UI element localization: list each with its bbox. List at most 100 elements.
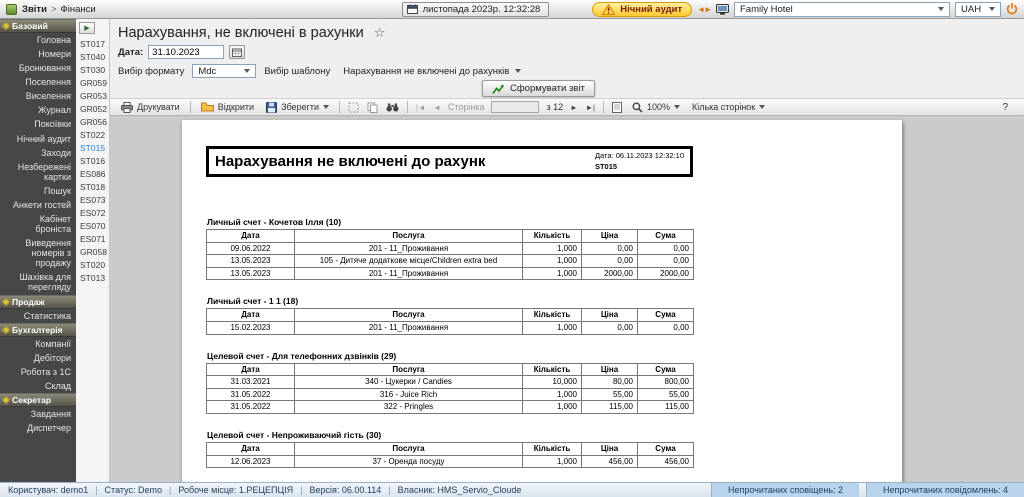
report-code-GR052[interactable]: GR052	[76, 102, 109, 115]
system-datetime[interactable]: листопада 2023р. 12:32:28	[402, 2, 550, 17]
breadcrumb-finance: Фінанси	[61, 4, 96, 15]
sidebar-item[interactable]: Незбережені картки	[0, 160, 76, 184]
report-code-GR059[interactable]: GR059	[76, 76, 109, 89]
sidebar-item[interactable]: Склад	[0, 379, 76, 393]
sidebar-item[interactable]: Статистика	[0, 309, 76, 323]
help-button[interactable]: ?	[992, 102, 1018, 113]
last-page-button[interactable]: ►|	[583, 103, 598, 112]
next-page-button[interactable]: ►	[567, 103, 580, 112]
date-picker-button[interactable]	[229, 45, 245, 59]
sidebar-item[interactable]: Номери	[0, 47, 76, 61]
status-separator: |	[95, 485, 97, 495]
report-code-ST030[interactable]: ST030	[76, 63, 109, 76]
select-tool-icon[interactable]	[345, 102, 362, 113]
night-audit-label: Нічний аудит	[620, 4, 682, 15]
sidebar-item[interactable]: Заходи	[0, 146, 76, 160]
report-code-ST013[interactable]: ST013	[76, 271, 109, 284]
sidebar-item[interactable]: Анкети гостей	[0, 198, 76, 212]
format-value: Mdc	[198, 66, 216, 77]
report-code-GR058[interactable]: GR058	[76, 245, 109, 258]
single-page-icon[interactable]	[609, 102, 625, 113]
report-cell: 55,00	[582, 388, 638, 401]
page-count: з 12	[544, 102, 565, 112]
sidebar-item[interactable]: Пошук	[0, 184, 76, 198]
page-number-input[interactable]	[491, 101, 539, 113]
notifications-badge[interactable]: Непрочитаних сповіщень: 2	[711, 483, 859, 497]
print-button[interactable]: Друкувати	[116, 101, 185, 114]
sidebar-section-header[interactable]: Продаж	[0, 295, 76, 309]
report-cell: 1,000	[523, 242, 582, 255]
sidebar-item[interactable]: Дебітори	[0, 351, 76, 365]
sidebar-item[interactable]: Покоївки	[0, 117, 76, 131]
power-icon[interactable]	[1006, 3, 1018, 15]
report-preview-area[interactable]: Нарахування не включені до рахунк Дата: …	[110, 116, 1024, 482]
report-code-ST015[interactable]: ST015	[76, 141, 109, 154]
report-row: 09.06.2022201 - 11_Проживання1,0000,000,…	[207, 242, 694, 255]
sidebar-section-header[interactable]: Бухгалтерія	[0, 323, 76, 337]
sidebar-item[interactable]: Головна	[0, 33, 76, 47]
report-code-ES086[interactable]: ES086	[76, 167, 109, 180]
sidebar-item[interactable]: Поселення	[0, 75, 76, 89]
hotel-select[interactable]: Family Hotel	[734, 2, 950, 17]
multipage-button[interactable]: Кілька сторінок	[687, 101, 770, 113]
report-code-ST022[interactable]: ST022	[76, 128, 109, 141]
sidebar-item[interactable]: Шахівка для перегляду	[0, 270, 76, 294]
report-code-ES070[interactable]: ES070	[76, 219, 109, 232]
zoom-control[interactable]: 100%	[627, 101, 685, 114]
sidebar-item[interactable]: Диспетчер	[0, 421, 76, 435]
first-page-button[interactable]: |◄	[413, 103, 428, 112]
sidebar-section-header[interactable]: Базовий	[0, 19, 76, 33]
open-button[interactable]: Відкрити	[196, 101, 259, 113]
report-cell: 105 - Дитяче додаткове місце/Children ex…	[295, 255, 523, 268]
app-menu-icon[interactable]	[6, 4, 17, 15]
favorite-star-icon[interactable]: ☆	[374, 25, 386, 41]
sidebar-item[interactable]: Виведення номерів з продажу	[0, 236, 76, 270]
open-label: Відкрити	[218, 102, 254, 112]
report-cell: 09.06.2022	[207, 242, 295, 255]
chevron-down-icon	[674, 105, 680, 109]
sidebar-item[interactable]: Кабінет броніста	[0, 212, 76, 236]
workstation-icon[interactable]	[716, 4, 729, 15]
report-code-ES071[interactable]: ES071	[76, 232, 109, 245]
night-audit-button[interactable]: Нічний аудит	[592, 2, 692, 17]
sidebar-section-header[interactable]: Секретар	[0, 393, 76, 407]
report-code-ST017[interactable]: ST017	[76, 37, 109, 50]
messages-badge[interactable]: Непрочитаних повідомлень: 4	[866, 483, 1024, 497]
report-table: ДатаПослугаКількістьЦінаСума15.02.202320…	[206, 308, 694, 334]
report-code-ES072[interactable]: ES072	[76, 206, 109, 219]
report-cell: 0,00	[582, 321, 638, 334]
save-button[interactable]: Зберегти	[261, 101, 334, 114]
currency-select[interactable]: UAH	[955, 2, 1001, 17]
search-icon[interactable]	[383, 103, 402, 112]
format-select[interactable]: Mdc	[192, 64, 256, 78]
report-header-row: ДатаПослугаКількістьЦінаСума	[207, 309, 694, 322]
expand-icon[interactable]: ▶	[79, 22, 95, 34]
topbar: Звіти > Фінанси листопада 2023р. 12:32:2…	[0, 0, 1024, 19]
copy-icon[interactable]	[364, 102, 381, 113]
report-section-title: Целевой счет - Для телефонних дзвінків (…	[207, 351, 878, 361]
prev-page-button[interactable]: ◄	[430, 103, 443, 112]
report-code-ST016[interactable]: ST016	[76, 154, 109, 167]
report-code-GR053[interactable]: GR053	[76, 89, 109, 102]
sidebar-item[interactable]: Бронювання	[0, 61, 76, 75]
sidebar-item[interactable]: Компанії	[0, 337, 76, 351]
report-code-ST020[interactable]: ST020	[76, 258, 109, 271]
report-code-ES073[interactable]: ES073	[76, 193, 109, 206]
sidebar-item[interactable]: Завдання	[0, 407, 76, 421]
swap-arrows-icon[interactable]: ◄►	[697, 5, 711, 14]
hotel-name: Family Hotel	[740, 4, 793, 15]
report-col-header: Ціна	[582, 230, 638, 243]
date-input[interactable]	[148, 45, 224, 59]
report-table: ДатаПослугаКількістьЦінаСума09.06.202220…	[206, 229, 694, 280]
sidebar-item[interactable]: Журнал	[0, 103, 76, 117]
breadcrumb-reports[interactable]: Звіти	[22, 4, 47, 15]
report-code-GR056[interactable]: GR056	[76, 115, 109, 128]
generate-report-button[interactable]: Сформувати звіт	[482, 80, 595, 97]
report-code-ST040[interactable]: ST040	[76, 50, 109, 63]
template-select[interactable]: Нарахування не включені до рахунків	[338, 64, 526, 79]
report-cell: 800,00	[638, 376, 694, 389]
sidebar-item[interactable]: Робота з 1С	[0, 365, 76, 379]
sidebar-item[interactable]: Нічний аудит	[0, 132, 76, 146]
sidebar-item[interactable]: Виселення	[0, 89, 76, 103]
report-code-ST018[interactable]: ST018	[76, 180, 109, 193]
